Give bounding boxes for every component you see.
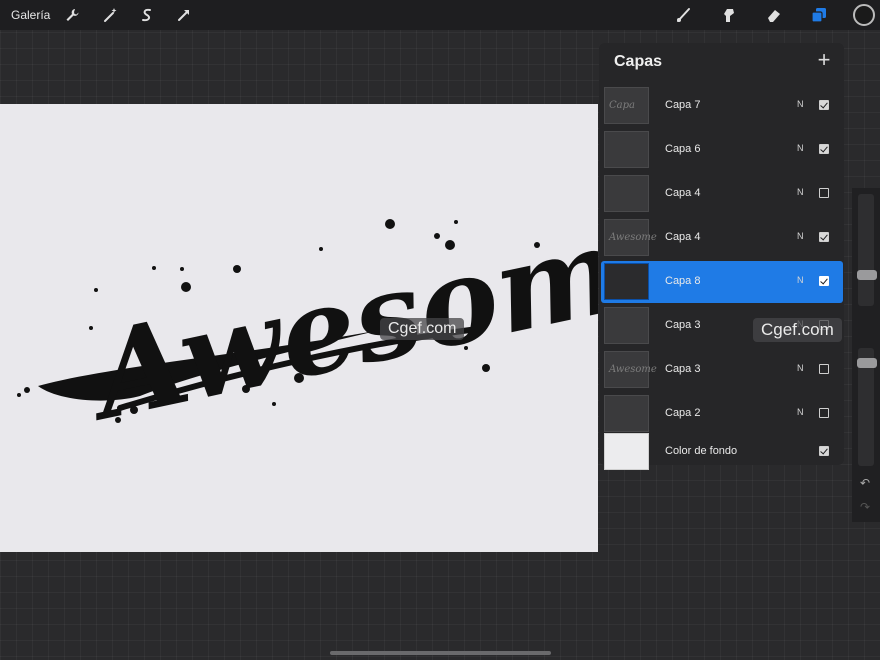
brush-size-knob[interactable] bbox=[857, 270, 877, 280]
visibility-checkbox[interactable] bbox=[819, 188, 829, 198]
redo-icon[interactable]: ↷ bbox=[860, 500, 870, 514]
layer-row[interactable]: Capa 6 N bbox=[601, 129, 843, 171]
layer-name: Capa 7 bbox=[665, 99, 701, 111]
layer-thumbnail bbox=[604, 263, 649, 300]
layer-name: Capa 3 bbox=[665, 319, 701, 331]
drawing-canvas[interactable]: Awesome bbox=[0, 104, 598, 552]
gallery-button[interactable]: Galería bbox=[11, 8, 50, 22]
background-layer-row[interactable]: Color de fondo bbox=[601, 431, 843, 473]
layers-icon[interactable] bbox=[808, 4, 830, 26]
visibility-checkbox[interactable] bbox=[819, 100, 829, 110]
watermark: Cgef.com bbox=[380, 318, 465, 340]
visibility-checkbox[interactable] bbox=[819, 446, 829, 456]
visibility-checkbox[interactable] bbox=[819, 276, 829, 286]
opacity-slider[interactable] bbox=[857, 348, 877, 466]
layer-thumbnail bbox=[604, 175, 649, 212]
layer-thumbnail: Awesome bbox=[604, 351, 657, 388]
visibility-checkbox[interactable] bbox=[819, 232, 829, 242]
thumbnail-scribble: Capa bbox=[609, 100, 635, 111]
visibility-checkbox[interactable] bbox=[819, 144, 829, 154]
smudge-icon[interactable] bbox=[718, 4, 740, 26]
selection-icon[interactable] bbox=[136, 4, 158, 26]
layer-name: Capa 2 bbox=[665, 407, 701, 419]
transform-icon[interactable] bbox=[173, 4, 195, 26]
layer-name: Capa 6 bbox=[665, 143, 701, 155]
layers-panel: Capas + Capa Capa 7 N Capa 6 N Capa 4 N Awesome… bbox=[599, 43, 844, 470]
eraser-icon[interactable] bbox=[763, 4, 785, 26]
artwork-text: Awesome bbox=[73, 183, 598, 448]
layer-row[interactable]: Awesome Capa 3 N bbox=[601, 349, 843, 391]
blend-mode-button[interactable]: N bbox=[797, 407, 804, 417]
blend-mode-button[interactable]: N bbox=[797, 363, 804, 373]
layer-row[interactable]: Capa 8 N bbox=[601, 261, 843, 303]
brush-icon[interactable] bbox=[673, 4, 695, 26]
layer-thumbnail bbox=[604, 131, 649, 168]
layer-name: Capa 4 bbox=[665, 231, 701, 243]
layer-name: Capa 4 bbox=[665, 187, 701, 199]
undo-icon[interactable]: ↶ bbox=[860, 476, 870, 490]
opacity-knob[interactable] bbox=[857, 358, 877, 368]
layer-thumbnail bbox=[604, 307, 649, 344]
visibility-checkbox[interactable] bbox=[819, 408, 829, 418]
blend-mode-button[interactable]: N bbox=[797, 275, 804, 285]
top-toolbar: Galería bbox=[0, 0, 880, 30]
layer-name: Capa 3 bbox=[665, 363, 701, 375]
layer-thumbnail bbox=[604, 433, 649, 470]
blend-mode-button[interactable]: N bbox=[797, 231, 804, 241]
layer-name: Color de fondo bbox=[665, 445, 738, 457]
color-picker-button[interactable] bbox=[853, 4, 875, 26]
thumbnail-scribble: Awesome bbox=[609, 232, 657, 243]
layer-row[interactable]: Capa 4 N bbox=[601, 173, 843, 215]
visibility-checkbox[interactable] bbox=[819, 364, 829, 374]
blend-mode-button[interactable]: N bbox=[797, 99, 804, 109]
layer-thumbnail bbox=[604, 395, 649, 432]
blend-mode-button[interactable]: N bbox=[797, 187, 804, 197]
right-sidebar: ↶ ↷ bbox=[852, 188, 880, 522]
thumbnail-scribble: Awesome bbox=[609, 364, 657, 375]
layer-name: Capa 8 bbox=[665, 275, 701, 287]
layer-thumbnail: Capa bbox=[604, 87, 649, 124]
add-layer-button[interactable]: + bbox=[813, 49, 835, 71]
wrench-icon[interactable] bbox=[61, 4, 83, 26]
watermark: Cgef.com bbox=[753, 318, 842, 342]
layer-row[interactable]: Capa Capa 7 N bbox=[601, 85, 843, 127]
magic-wand-icon[interactable] bbox=[99, 4, 121, 26]
home-indicator bbox=[330, 651, 551, 655]
layer-thumbnail: Awesome bbox=[604, 219, 657, 256]
layer-row[interactable]: Capa 2 N bbox=[601, 393, 843, 435]
blend-mode-button[interactable]: N bbox=[797, 143, 804, 153]
panel-title: Capas bbox=[614, 53, 663, 70]
layer-row[interactable]: Awesome Capa 4 N bbox=[601, 217, 843, 259]
brush-size-slider[interactable] bbox=[857, 194, 877, 306]
artwork: Awesome bbox=[17, 183, 598, 448]
